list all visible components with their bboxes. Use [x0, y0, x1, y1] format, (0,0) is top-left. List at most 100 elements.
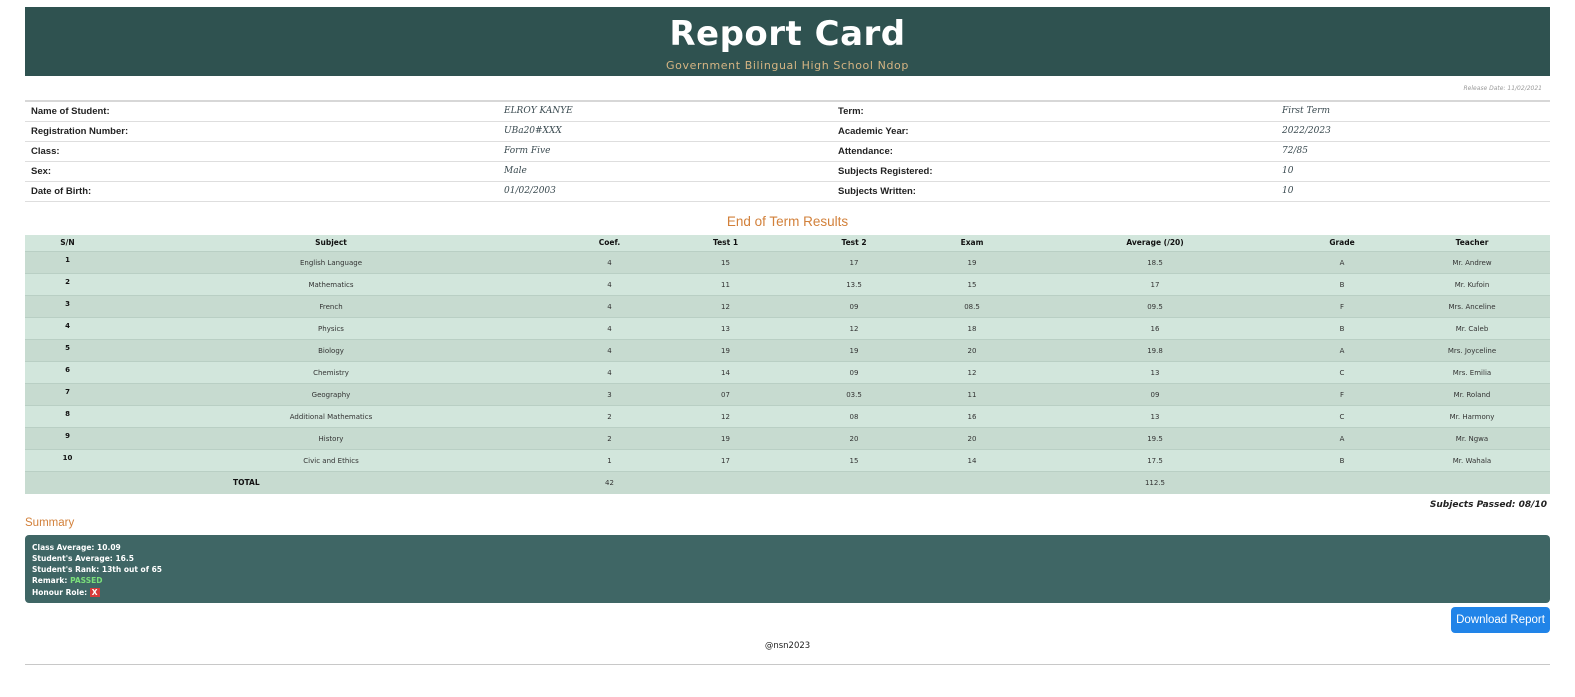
honour-label: Honour Role: [32, 587, 88, 597]
table-cell: 4 [25, 317, 110, 340]
info-label: Date of Birth: [25, 181, 498, 202]
remark-line: Remark: PASSED [32, 575, 1543, 586]
table-cell: 17 [1020, 273, 1290, 296]
info-label: Sex: [25, 161, 498, 182]
table-cell: French [110, 295, 552, 318]
student-average-label: Student's Average: [32, 553, 113, 563]
student-info-row: Date of Birth: 01/02/2003 Subjects Written… [25, 181, 1550, 202]
table-cell: 13 [667, 317, 784, 340]
table-cell: Geography [110, 383, 552, 406]
info-label: Class: [25, 141, 498, 162]
table-cell: 17 [784, 251, 924, 274]
table-row: 1 English Language 4 15 17 19 18.5 A Mr. Andrew [25, 251, 1550, 274]
total-empty [1290, 471, 1394, 494]
table-cell: 8 [25, 405, 110, 428]
table-row: 10 Civic and Ethics 1 17 15 14 17.5 B Mr. Wahala [25, 449, 1550, 472]
table-cell: Mr. Roland [1394, 383, 1550, 406]
rank-value: 13th out of 65 [101, 565, 162, 575]
download-report-button[interactable]: Download Report [1451, 606, 1550, 633]
column-header: Teacher [1394, 234, 1550, 252]
column-header: Grade [1290, 234, 1394, 252]
student-info-row: Name of Student: ELROY KANYE Term: First Te… [25, 101, 1550, 122]
remark-label: Remark: [32, 576, 68, 586]
table-cell: Mr. Ngwa [1394, 427, 1550, 450]
table-cell: Mr. Wahala [1394, 449, 1550, 472]
results-table: S/N Subject Coef. Test 1 Test 2 Exam Average (… [25, 234, 1550, 494]
table-cell: 15 [667, 251, 784, 274]
column-header: S/N [25, 234, 110, 252]
table-cell: 19 [667, 339, 784, 362]
table-cell: 4 [552, 339, 667, 362]
column-header: Test 1 [667, 234, 784, 252]
remark-value: PASSED [70, 576, 103, 586]
info-label: Subjects Written: [832, 181, 1276, 202]
table-row: 2 Mathematics 4 11 13.5 15 17 B Mr. Kufoin [25, 273, 1550, 296]
table-cell: 13 [1020, 361, 1290, 384]
table-cell: 20 [784, 427, 924, 450]
table-cell: 12 [667, 405, 784, 428]
table-cell: B [1290, 273, 1394, 296]
column-header: Coef. [552, 234, 667, 252]
table-cell: 10 [25, 449, 110, 472]
table-cell: 4 [552, 317, 667, 340]
table-cell: Mr. Harmony [1394, 405, 1550, 428]
total-spacer [25, 471, 110, 494]
info-label: Subjects Registered: [832, 161, 1276, 182]
table-cell: 4 [552, 361, 667, 384]
info-label: Term: [832, 101, 1276, 122]
table-cell: Physics [110, 317, 552, 340]
column-header: Subject [110, 234, 552, 252]
total-label: TOTAL [110, 471, 552, 494]
table-cell: 14 [924, 449, 1020, 472]
table-cell: 20 [924, 427, 1020, 450]
table-cell: Mr. Kufoin [1394, 273, 1550, 296]
table-cell: 19.8 [1020, 339, 1290, 362]
table-cell: 12 [784, 317, 924, 340]
footer-text: @nsn2023 [764, 640, 811, 651]
subjects-passed: Subjects Passed: 08/10 [1429, 499, 1547, 510]
table-cell: 3 [552, 383, 667, 406]
student-info-row: Sex: Male Subjects Registered: 10 [25, 161, 1550, 182]
table-cell: Biology [110, 339, 552, 362]
info-value: 10 [1276, 181, 1550, 202]
table-cell: 1 [25, 251, 110, 274]
student-info-row: Class: Form Five Attendance: 72/85 [25, 141, 1550, 162]
table-cell: 20 [924, 339, 1020, 362]
table-cell: 6 [25, 361, 110, 384]
release-date: Release Date: 11/02/2021 [1463, 85, 1542, 92]
report-header: Report Card Government Bilingual High Sc… [25, 7, 1550, 76]
table-cell: 19 [924, 251, 1020, 274]
rank-line: Student's Rank: 13th out of 65 [32, 564, 1543, 575]
table-cell: Civic and Ethics [110, 449, 552, 472]
total-empty [667, 471, 784, 494]
table-cell: A [1290, 427, 1394, 450]
table-cell: 1 [552, 449, 667, 472]
total-empty [1394, 471, 1550, 494]
table-cell: Mr. Caleb [1394, 317, 1550, 340]
student-average-value: 16.5 [115, 553, 134, 563]
table-cell: B [1290, 317, 1394, 340]
table-row: 6 Chemistry 4 14 09 12 13 C Mrs. Emilia [25, 361, 1550, 384]
honour-badge: X [89, 587, 100, 597]
table-cell: 13 [1020, 405, 1290, 428]
info-value: 2022/2023 [1276, 121, 1550, 142]
total-empty [784, 471, 924, 494]
column-header: Average (/20) [1020, 234, 1290, 252]
table-cell: 08 [784, 405, 924, 428]
table-cell: F [1290, 295, 1394, 318]
table-cell: 14 [667, 361, 784, 384]
table-row: 9 History 2 19 20 20 19.5 A Mr. Ngwa [25, 427, 1550, 450]
table-cell: 5 [25, 339, 110, 362]
summary-title: Summary [25, 516, 75, 529]
table-cell: 2 [552, 427, 667, 450]
footer-divider [25, 663, 1550, 665]
total-average: 112.5 [1020, 471, 1290, 494]
info-value: 01/02/2003 [498, 181, 832, 202]
table-cell: 9 [25, 427, 110, 450]
student-info-row: Registration Number: UBa20#XXX Academic Ye… [25, 121, 1550, 142]
page-title: Report Card [669, 14, 906, 54]
table-cell: 4 [552, 295, 667, 318]
student-info-table: Name of Student: ELROY KANYE Term: First Te… [25, 100, 1550, 202]
table-cell: 19 [784, 339, 924, 362]
table-cell: 11 [667, 273, 784, 296]
